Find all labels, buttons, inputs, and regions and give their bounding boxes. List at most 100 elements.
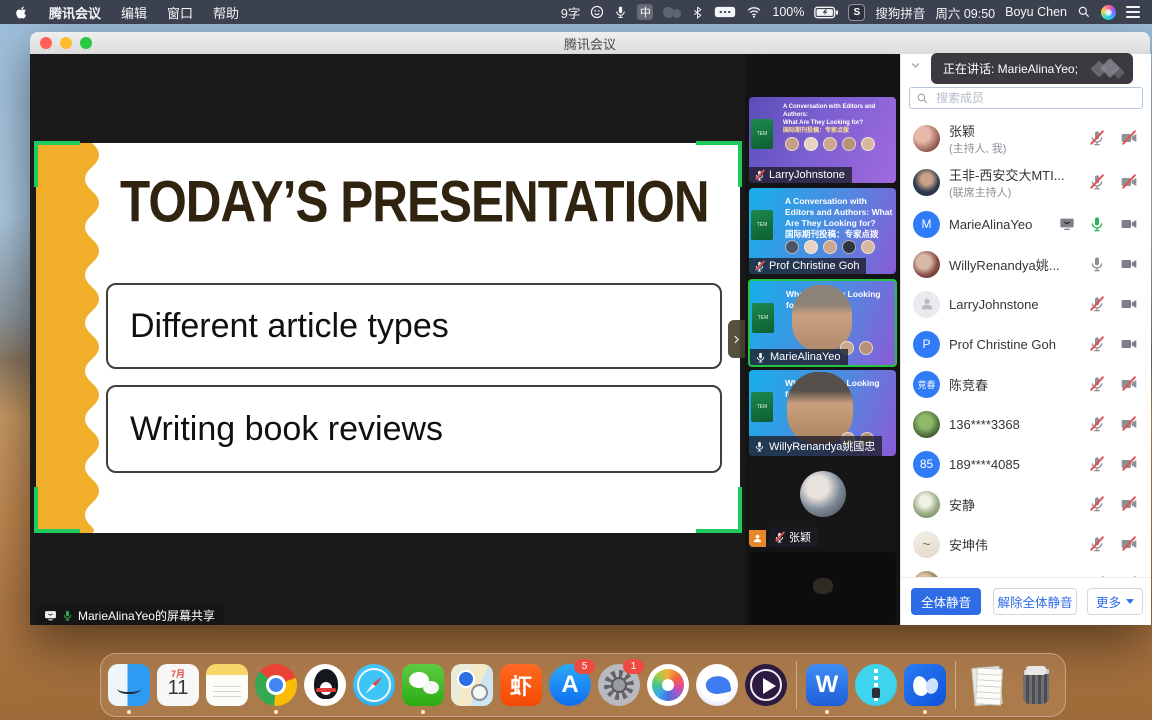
camera-off-icon [1121,174,1137,190]
dock-trash[interactable] [1013,663,1057,707]
sogou-emoji-icon[interactable] [590,5,604,19]
dock-chrome[interactable] [254,663,298,707]
poster-book-icon: TEM [751,119,773,149]
dock-xiami-music[interactable]: 虾 [499,663,543,707]
dictation-mic-icon[interactable] [614,5,627,19]
menu-window[interactable]: 窗口 [167,3,193,22]
member-row[interactable]: 136****3368 [901,404,1151,444]
screen-share-icon [1059,216,1075,232]
poster-line: A Conversation with Editors and Authors: [783,104,875,118]
dock-divider [796,661,797,709]
search-input[interactable] [934,90,1118,106]
participant-face [813,578,833,594]
dock-wechat[interactable] [401,663,445,707]
member-row[interactable]: P Prof Christine Goh [901,324,1151,364]
member-name: LarryJohnstone [949,297,1039,312]
screen-share-banner: MarieAlinaYeo的屏幕共享 [36,605,223,625]
mic-muted-icon [1089,496,1105,512]
dock-system-preferences[interactable]: 1 [597,663,641,707]
dock-photos[interactable] [646,663,690,707]
mute-all-button[interactable]: 全体静音 [911,588,981,615]
member-role: (联席主持人) [949,184,1065,200]
video-thumb-zhangying[interactable]: 张颖 [749,461,896,547]
menu-clock[interactable]: 周六 09:50 [935,3,995,22]
dock-app-store[interactable]: A 5 [548,663,592,707]
dock-wps-office[interactable]: W [805,663,849,707]
mic-muted-icon [1089,416,1105,432]
menu-help[interactable]: 帮助 [213,3,239,22]
poster-line: 国际期刊投稿：专家点拨 [783,128,849,134]
share-region-corner [696,141,742,187]
video-thumb-larryjohnstone[interactable]: A Conversation with Editors and Authors:… [749,97,896,183]
menu-edit[interactable]: 编辑 [121,3,147,22]
video-thumb-willyrenandya[interactable]: What Are They Looking for? TEM WillyRena… [749,370,896,456]
member-name: 安坤伟 [949,535,988,554]
member-row[interactable]: WillyRenandya姚... [901,244,1151,284]
dimmed-app-icon[interactable] [663,6,681,19]
dock-maps[interactable] [450,663,494,707]
member-row[interactable]: 竞春 陈竞春 [901,364,1151,404]
apple-menu-icon[interactable] [14,5,29,20]
member-row[interactable]: M MarieAlinaYeo [901,204,1151,244]
spotlight-search-icon[interactable] [1077,5,1091,19]
dock-finder[interactable] [107,663,151,707]
panel-footer: 全体静音 解除全体静音 更多 [901,577,1151,625]
mic-muted-icon [1089,376,1105,392]
video-thumb-christine-goh[interactable]: A Conversation with Editors and Authors:… [749,188,896,274]
dock-tencent-meeting[interactable] [903,663,947,707]
bluetooth-icon[interactable] [691,5,704,20]
video-thumb-mariealinayeo[interactable]: What Are They Looking for? TEM MarieAlin… [748,279,897,367]
dock-calendar[interactable]: 7月 11 [156,663,200,707]
mic-muted-icon [774,532,785,543]
menu-username[interactable]: Boyu Chen [1005,5,1067,19]
speaking-banner: 正在讲话: MarieAlinaYeo; [931,53,1133,84]
member-row[interactable]: 85 189****4085 [901,444,1151,484]
ime-name[interactable]: 搜狗拼音 [875,3,925,22]
member-row[interactable]: LarryJohnstone [901,284,1151,324]
mic-on-icon [754,441,765,452]
input-language-indicator[interactable]: 中 [637,4,653,20]
dock-qq[interactable] [303,663,347,707]
thumb-name: WillyRenandya姚國忠 [769,438,875,454]
siri-icon[interactable] [1101,5,1116,20]
battery-charging-icon[interactable] [814,6,838,19]
dock-documents-stack[interactable] [964,663,1008,707]
dock-xunlei[interactable] [695,663,739,707]
video-thumb-dark[interactable] [749,552,896,625]
mic-muted-icon [754,170,765,181]
member-row[interactable]: 王非-西安交大MTI... (联席主持人) [901,160,1151,204]
camera-on-icon [1121,336,1137,352]
battery-percentage: 100% [772,5,804,19]
member-row[interactable]: 吕旭忠-西安交通 [901,564,1151,578]
more-button[interactable]: 更多 [1087,588,1143,615]
avatar: M [913,211,940,238]
member-search[interactable] [909,87,1143,109]
camera-off-icon [1121,130,1137,146]
unmute-all-button[interactable]: 解除全体静音 [993,588,1077,615]
keyboard-battery-icon[interactable] [714,6,736,18]
wifi-icon[interactable] [746,5,762,19]
dock-safari[interactable] [352,663,396,707]
camera-off-icon [1121,496,1137,512]
collapse-panel-button[interactable] [909,59,922,72]
collapse-video-strip-button[interactable] [728,320,745,358]
meeting-window: 腾讯会议 TODAY’S PRESENTATION Different arti… [30,32,1150,625]
dock-notes[interactable] [205,663,249,707]
search-icon [916,92,929,105]
dock: 7月 11 虾 A 5 1 W [100,653,1066,717]
sogou-ime-icon[interactable]: S [848,4,865,21]
member-row[interactable]: 张颖 (主持人, 我) [901,116,1151,160]
menu-app-name[interactable]: 腾讯会议 [49,3,101,22]
member-name: 陈竞春 [949,375,988,394]
slide-bullet-box: Writing book reviews [106,385,722,473]
dock-zip-tool[interactable] [854,663,898,707]
member-name: MarieAlinaYeo [949,217,1032,232]
member-row[interactable]: ~ 安坤伟 [901,524,1151,564]
member-row[interactable]: 安静 [901,484,1151,524]
menu-bar: 腾讯会议 编辑 窗口 帮助 9字 中 100% S 搜狗拼音 周六 09:50 … [0,0,1152,24]
chevron-down-icon [909,59,922,72]
screen-share-icon [44,609,57,622]
dock-media-player[interactable] [744,663,788,707]
window-titlebar[interactable]: 腾讯会议 [30,32,1150,54]
notification-center-icon[interactable] [1126,6,1140,18]
